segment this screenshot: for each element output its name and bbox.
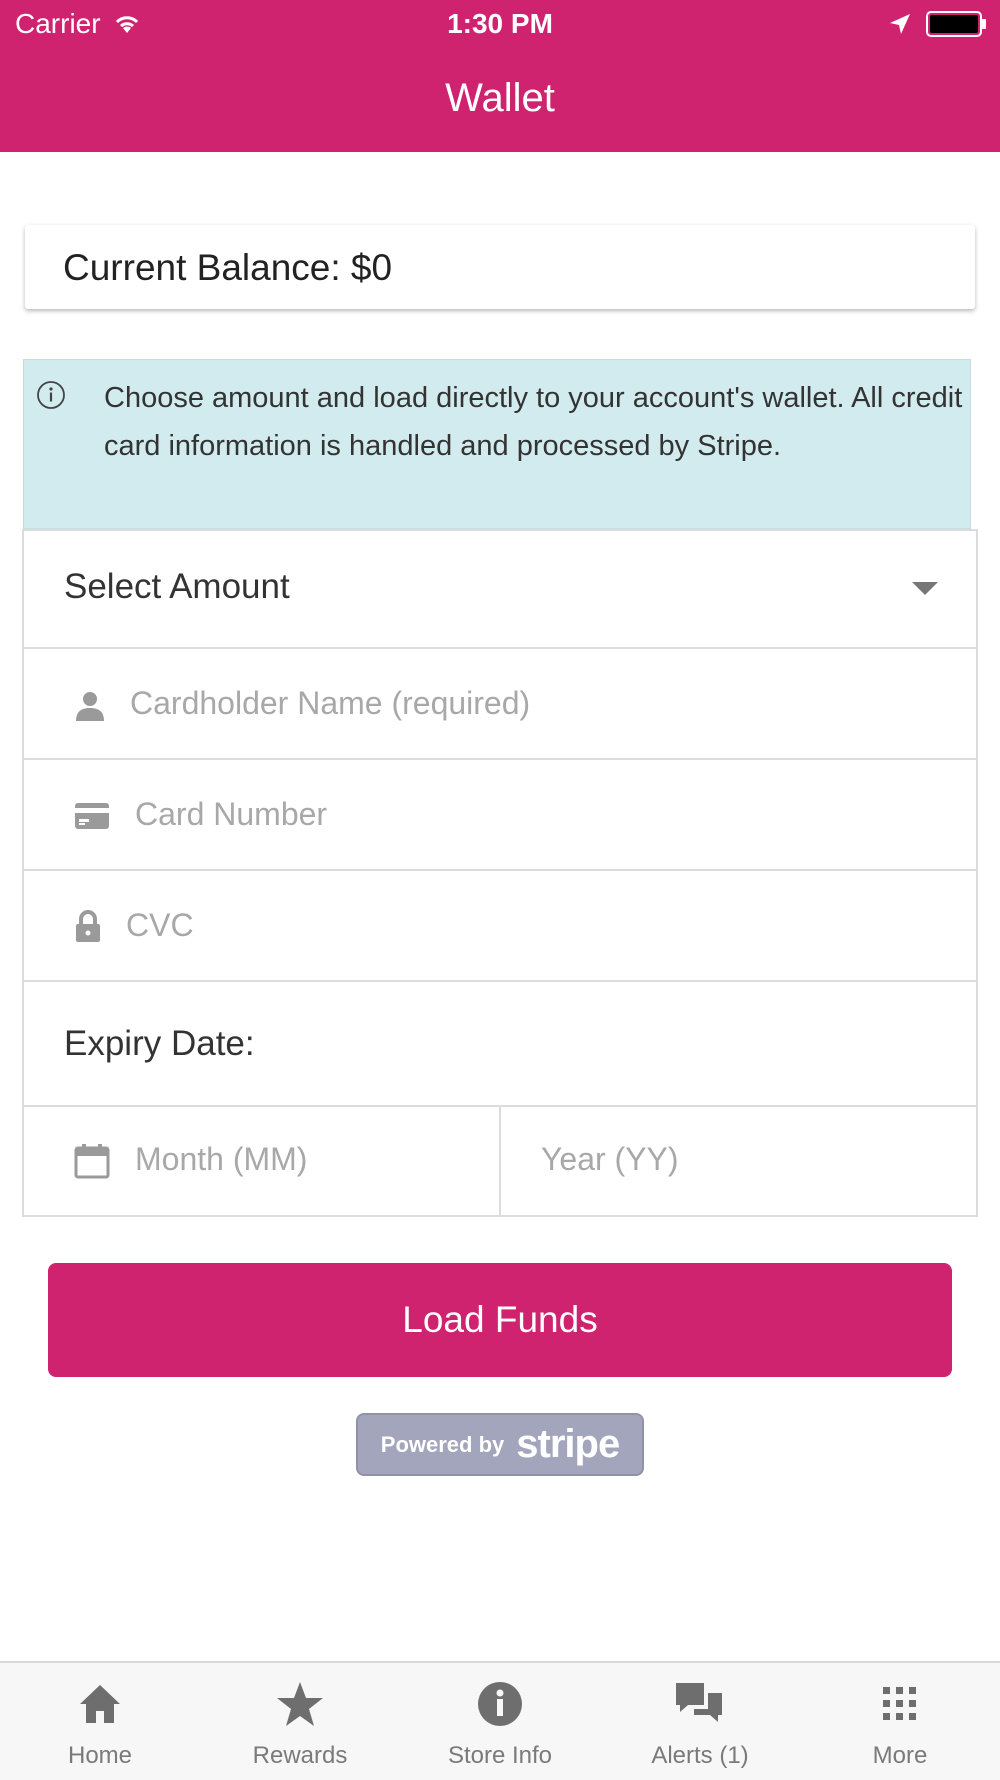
info-alert: Choose amount and load directly to your …	[23, 359, 971, 529]
tab-alerts[interactable]: Alerts (1)	[600, 1663, 800, 1780]
chevron-down-icon	[912, 582, 938, 595]
info-icon	[478, 1682, 522, 1726]
status-time: 1:30 PM	[447, 8, 553, 39]
tab-rewards-label: Rewards	[252, 1742, 348, 1769]
current-balance: Current Balance: $0	[63, 247, 393, 288]
status-right	[888, 10, 988, 38]
expiry-inputs-row: Month (MM) Year (YY)	[24, 1107, 976, 1217]
star-icon	[277, 1682, 323, 1726]
home-icon	[80, 1685, 120, 1723]
card-number-field[interactable]: Card Number	[24, 760, 976, 871]
expiry-month-field[interactable]: Month (MM)	[24, 1107, 499, 1217]
expiry-date-row: Expiry Date:	[24, 982, 976, 1107]
tab-store-info[interactable]: Store Info	[400, 1663, 600, 1780]
credit-card-icon	[75, 803, 109, 829]
location-arrow-icon	[890, 14, 910, 34]
tab-store-info-label: Store Info	[447, 1742, 553, 1769]
powered-by-label: Powered by	[380, 1431, 505, 1457]
tab-bar: Home Rewards Store Info Alerts (1) More	[0, 1661, 1000, 1780]
info-circle-icon	[37, 381, 65, 409]
cardholder-name-placeholder: Cardholder Name (required)	[130, 685, 531, 721]
tab-alerts-label: Alerts (1)	[651, 1742, 749, 1769]
payment-form: Select Amount Cardholder Name (required)…	[22, 529, 978, 1217]
month-placeholder: Month (MM)	[135, 1141, 308, 1177]
page-title: Wallet	[445, 76, 555, 120]
tab-more-label: More	[872, 1742, 928, 1769]
battery-icon	[926, 11, 986, 37]
year-placeholder: Year (YY)	[541, 1141, 679, 1177]
cvc-field[interactable]: CVC	[24, 871, 976, 982]
expiry-year-field[interactable]: Year (YY)	[501, 1107, 976, 1217]
tab-home-label: Home	[67, 1742, 133, 1769]
top-bar: Carrier 1:30 PM Wallet	[0, 0, 1000, 152]
tab-home[interactable]: Home	[0, 1663, 200, 1780]
expiry-date-label: Expiry Date:	[64, 1024, 255, 1063]
cardholder-name-field[interactable]: Cardholder Name (required)	[24, 649, 976, 760]
select-amount-label: Select Amount	[64, 567, 290, 606]
card-number-placeholder: Card Number	[135, 796, 328, 832]
calendar-icon	[74, 1144, 110, 1179]
cvc-placeholder: CVC	[126, 907, 194, 943]
tab-more[interactable]: More	[800, 1663, 1000, 1780]
load-funds-button[interactable]: Load Funds	[48, 1263, 952, 1377]
select-amount-dropdown[interactable]: Select Amount	[24, 531, 976, 649]
powered-by-stripe-badge[interactable]: Powered by stripe	[356, 1413, 644, 1476]
tab-rewards[interactable]: Rewards	[200, 1663, 400, 1780]
stripe-wordmark: stripe	[516, 1422, 620, 1466]
person-icon	[76, 692, 104, 721]
lock-icon	[76, 910, 100, 942]
grid-icon	[883, 1687, 916, 1720]
balance-card: Current Balance: $0	[25, 225, 975, 309]
chat-bubbles-icon	[676, 1683, 722, 1722]
info-text: Choose amount and load directly to your …	[104, 382, 963, 462]
